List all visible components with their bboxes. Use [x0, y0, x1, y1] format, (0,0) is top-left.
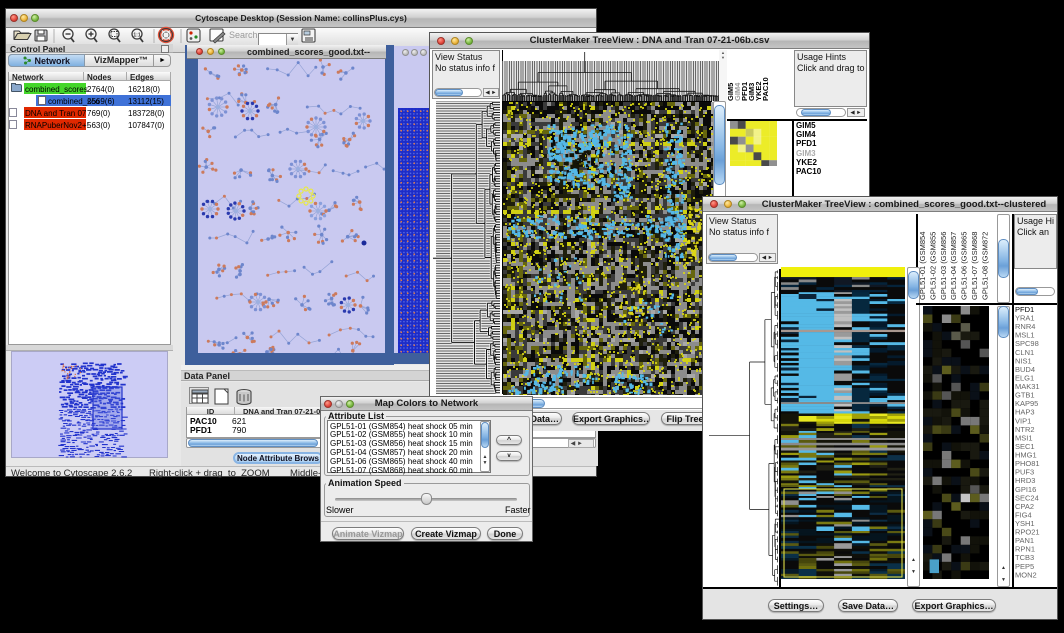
svg-text:GPL51-08 (GSM872: GPL51-08 (GSM872	[980, 232, 989, 300]
svg-text:GPL51-02 (GSM855: GPL51-02 (GSM855	[928, 232, 937, 300]
svg-text:PAC10: PAC10	[761, 77, 770, 101]
svg-text:1:1: 1:1	[133, 33, 140, 39]
svg-text:GPL51-04 (GSM857: GPL51-04 (GSM857	[949, 232, 958, 300]
svg-text:GPL51-06 (GSM865: GPL51-06 (GSM865	[960, 232, 969, 300]
svg-text:Search:: Search:	[229, 30, 260, 40]
svg-text:GPL51-07 (GSM868: GPL51-07 (GSM868	[970, 232, 979, 300]
svg-text:GPL51-03 (GSM856: GPL51-03 (GSM856	[939, 232, 948, 300]
svg-text:MON2: MON2	[1015, 570, 1037, 579]
